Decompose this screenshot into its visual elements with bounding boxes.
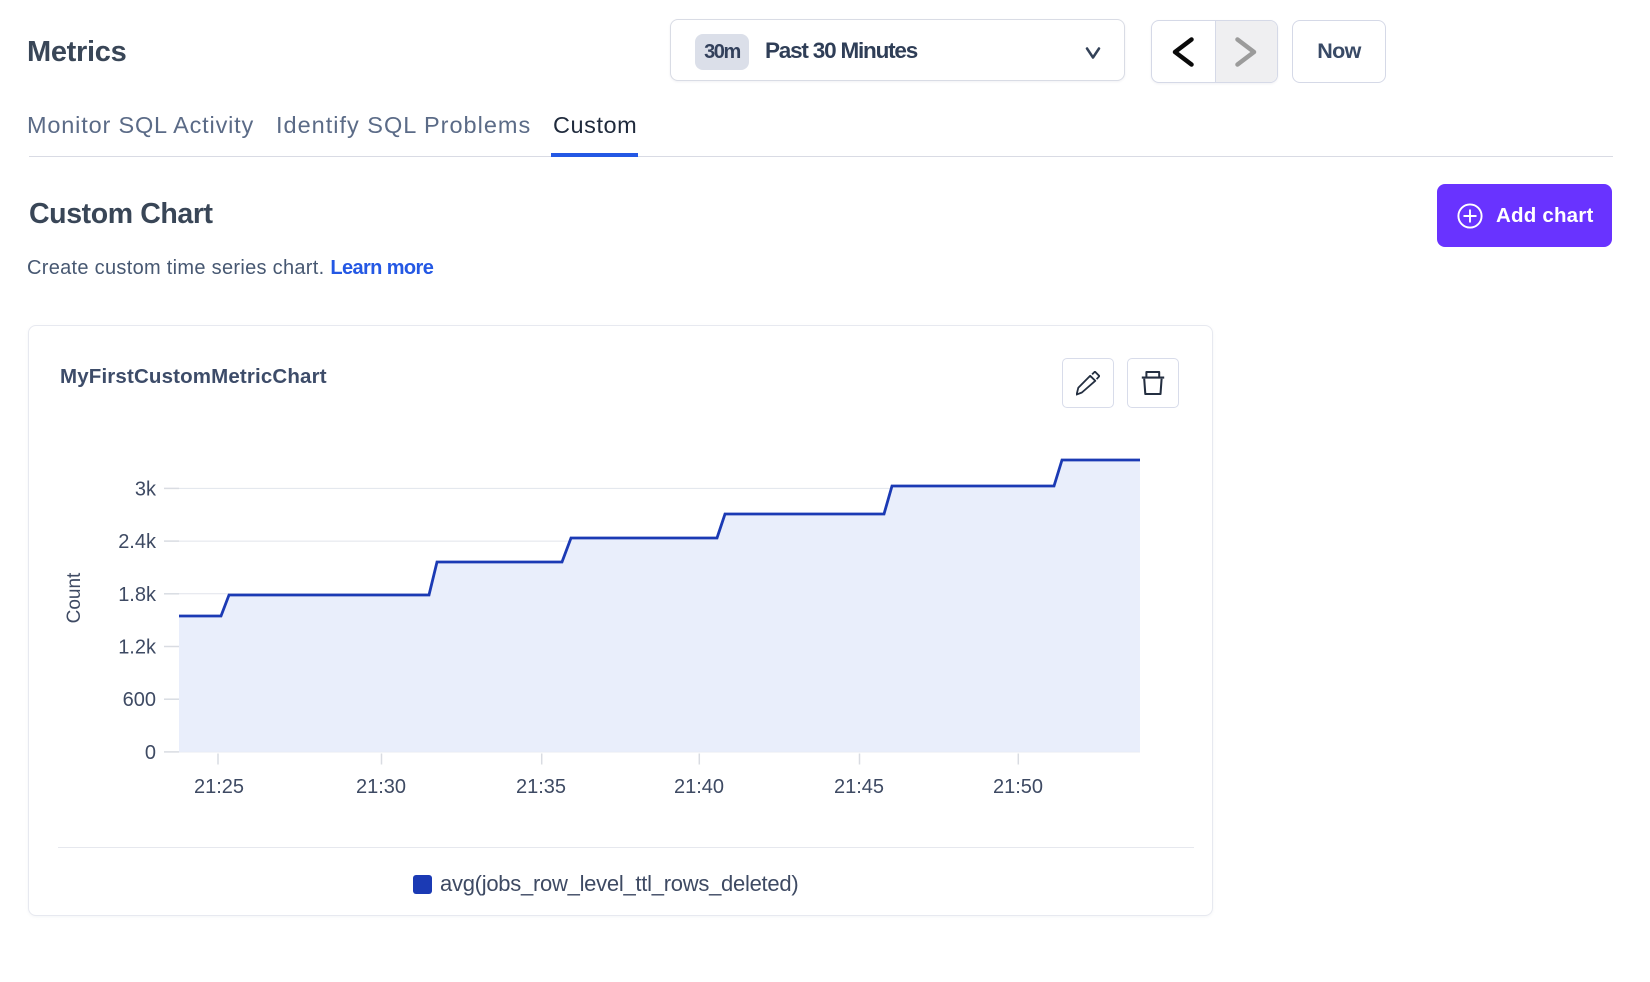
svg-text:1.8k: 1.8k [118, 584, 157, 606]
svg-text:21:25: 21:25 [194, 776, 244, 798]
svg-text:21:35: 21:35 [516, 776, 566, 798]
svg-text:0: 0 [145, 742, 156, 764]
svg-text:21:40: 21:40 [674, 776, 724, 798]
svg-text:3k: 3k [135, 478, 157, 500]
svg-text:21:50: 21:50 [993, 776, 1043, 798]
svg-text:Count: Count [64, 572, 85, 623]
svg-text:2.4k: 2.4k [118, 531, 157, 553]
svg-text:21:30: 21:30 [356, 776, 406, 798]
svg-text:21:45: 21:45 [834, 776, 884, 798]
svg-text:1.2k: 1.2k [118, 637, 157, 659]
svg-text:600: 600 [123, 689, 156, 711]
